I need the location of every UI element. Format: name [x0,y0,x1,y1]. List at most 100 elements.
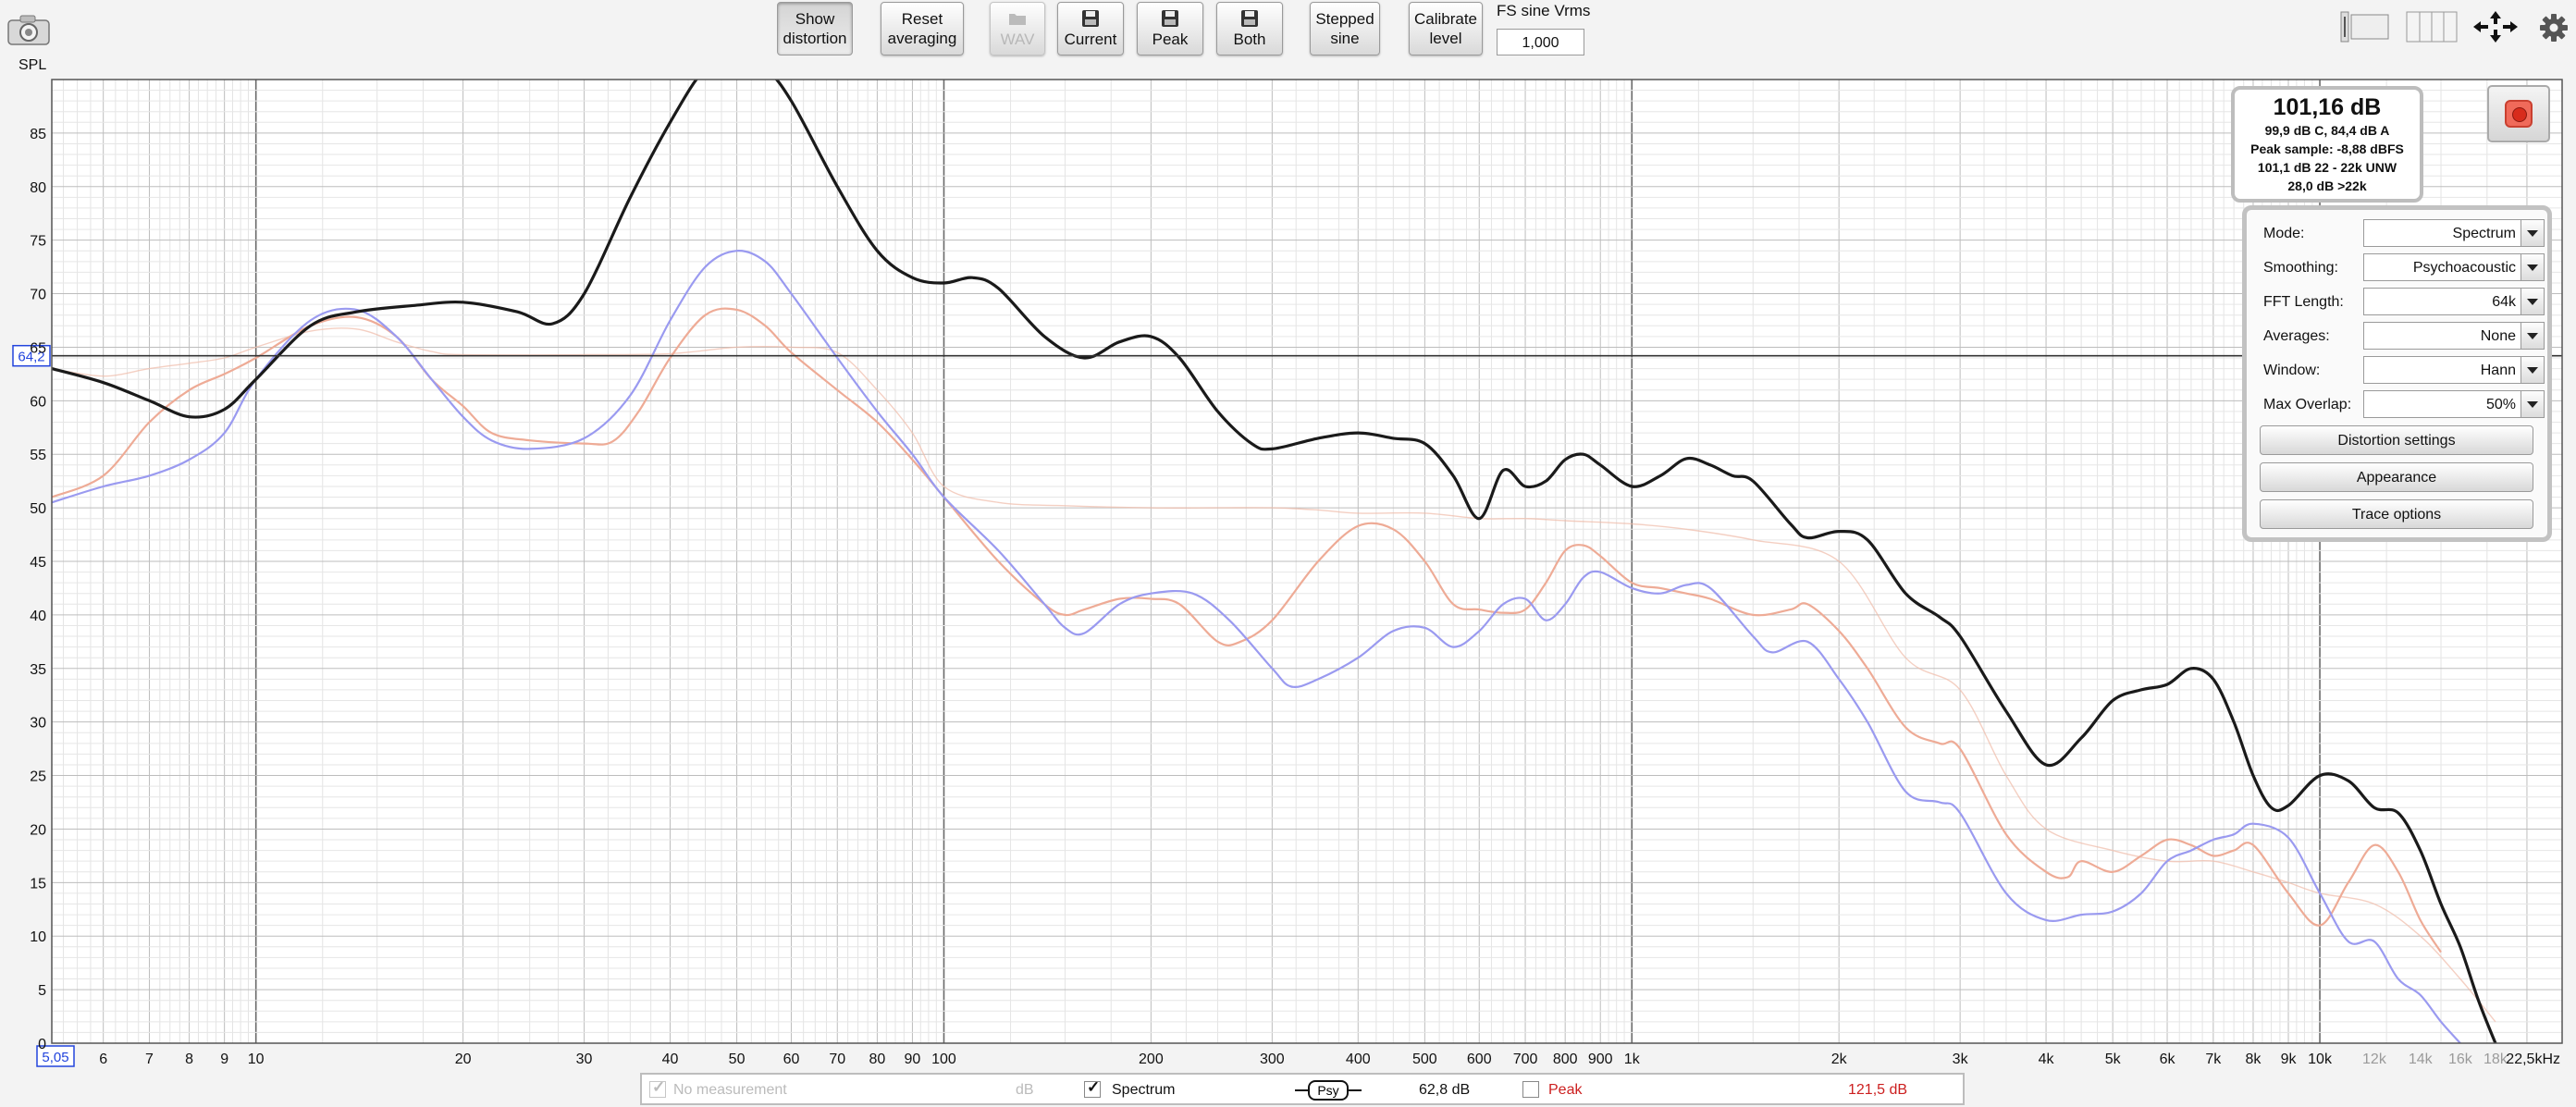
reset-averaging-button-label: Reset [901,10,943,28]
x-tick-label: 8k [2246,1052,2262,1067]
save-both-button[interactable]: Both [1216,2,1283,55]
dock-layout-icon[interactable] [2340,11,2390,43]
appearance-button[interactable]: Appearance [2260,462,2533,492]
camera-icon[interactable] [6,13,52,46]
x-tick-label: 10 [248,1052,265,1067]
chevron-down-icon[interactable] [2521,323,2544,349]
x-tick-label: 20 [455,1052,472,1067]
y-tick-label: 70 [30,288,46,303]
psy-trace-swatch[interactable]: Psy [1295,1080,1362,1101]
trace-options-button[interactable]: Trace options [2260,499,2533,529]
setting-row: Smoothing: Psychoacoustic [2260,253,2545,283]
spectrum-checkbox[interactable] [1084,1078,1101,1098]
level-readout-unweighted: 101,1 dB 22 - 22k UNW [2257,160,2397,175]
split-layout-icon[interactable] [2406,11,2458,43]
setting-select[interactable]: Hann [2363,356,2545,384]
record-button[interactable] [2487,85,2550,142]
calibrate-level-button-label: level [1429,30,1462,47]
x-tick-label: 16k [2448,1052,2473,1067]
folder-icon [1009,13,1026,25]
setting-select[interactable]: 64k [2363,288,2545,315]
x-tick-label: 10k [2308,1052,2333,1067]
x-tick-label: 50 [729,1052,746,1067]
x-tick-label: 9k [2281,1052,2298,1067]
distortion-settings-button[interactable]: Distortion settings [2260,425,2533,455]
record-icon [2505,100,2533,128]
setting-label: Smoothing: [2263,260,2338,276]
save-current-button[interactable]: Current [1057,2,1124,55]
setting-label: Window: [2263,363,2321,378]
chevron-down-icon[interactable] [2521,357,2544,383]
x-tick-label: 100 [931,1052,956,1067]
setting-select[interactable]: Psychoacoustic [2363,253,2545,281]
setting-select[interactable]: Spectrum [2363,219,2545,247]
peak-checkbox[interactable] [1522,1081,1539,1098]
level-readout-weighted: 99,9 dB C, 84,4 dB A [2264,123,2390,138]
setting-label: Mode: [2263,226,2305,241]
setting-value: None [2480,328,2516,344]
y-tick-label: 65 [30,340,46,356]
level-readout-value: 101,16 dB [2273,94,2382,120]
x-tick-label: 80 [869,1052,885,1067]
chevron-down-icon[interactable] [2521,254,2544,280]
x-tick-label: 400 [1346,1052,1371,1067]
x-tick-label: 40 [662,1052,679,1067]
fit-view-arrows-icon[interactable] [2471,9,2520,44]
disk-icon [1162,9,1178,27]
fs-sine-label: FS sine Vrms [1497,2,1591,19]
spectrum-value: 62,8 dB [1419,1082,1471,1098]
no-measurement-unit: dB [1016,1082,1034,1098]
chevron-down-icon[interactable] [2521,220,2544,246]
gear-icon[interactable] [2539,13,2569,43]
stepped-sine-button-label: Stepped [1315,10,1374,28]
no-measurement-checkbox[interactable] [649,1078,666,1098]
setting-value: Spectrum [2452,226,2516,241]
peak-value: 121,5 dB [1848,1082,1908,1098]
stepped-sine-button[interactable]: Stepped sine [1310,2,1380,55]
disk-icon [1241,9,1258,27]
y-tick-labels: 0 5 10 15 20 25 30 35 40 45 50 55 60 65 70 75 80 85 [30,127,46,1052]
fs-sine-input[interactable]: 1,000 [1497,29,1584,55]
y-tick-label: 0 [38,1037,46,1052]
x-tick-label: 300 [1260,1052,1285,1067]
x-tick-label: 60 [783,1052,800,1067]
save-peak-button[interactable]: Peak [1137,2,1203,55]
x-tick-label: 3k [1953,1052,1969,1067]
analyser-settings-panel: Mode: Spectrum Smoothing: Psychoacoustic FFT… [2242,205,2552,542]
setting-value: 64k [2492,294,2516,310]
calibrate-level-button[interactable]: Calibrate level [1409,2,1483,55]
level-readout: 101,16 dB 99,9 dB C, 84,4 dB A Peak samp… [2231,86,2423,203]
chevron-down-icon[interactable] [2521,289,2544,314]
setting-row: FFT Length: 64k [2260,288,2545,317]
peak-label: Peak [1548,1082,1583,1098]
setting-value: Hann [2480,363,2516,378]
setting-select[interactable]: 50% [2363,390,2545,418]
x-tick-label: 14k [2409,1052,2434,1067]
x-tick-labels: 6 7 8 9 10 20 30 40 50 60 70 80 90 100 200 300 400 500 600… [99,1052,2560,1067]
y-tick-label: 15 [30,876,46,892]
setting-label: Max Overlap: [2263,397,2352,412]
chevron-down-icon[interactable] [2521,391,2544,417]
x-tick-label: 1k [1624,1052,1641,1067]
y-tick-label: 10 [30,929,46,945]
level-readout-above: 28,0 dB >22k [2287,178,2367,193]
setting-row: Max Overlap: 50% [2260,390,2545,420]
x-tick-label: 6k [2160,1052,2176,1067]
x-tick-label: 18k [2484,1052,2508,1067]
spectrum-chart[interactable]: 64,25,05 0510152025303540455055606570758… [0,78,2576,1073]
y-tick-label: 40 [30,609,46,624]
no-measurement-label: No measurement [673,1082,787,1098]
show-distortion-button[interactable]: Show distortion [777,2,853,55]
y-tick-label: 75 [30,234,46,250]
x-tick-label: 900 [1588,1052,1613,1067]
reset-averaging-button[interactable]: Reset averaging [881,2,964,55]
show-distortion-button-label: distortion [783,30,847,47]
x-tick-label: 800 [1553,1052,1578,1067]
spectrum-label: Spectrum [1112,1082,1176,1098]
setting-label: Averages: [2263,328,2330,344]
wav-button[interactable]: WAV [990,2,1045,55]
x-tick-label: 500 [1412,1052,1437,1067]
y-tick-label: 5 [38,983,46,999]
calibrate-level-button-label: Calibrate [1413,10,1478,28]
setting-select[interactable]: None [2363,322,2545,350]
